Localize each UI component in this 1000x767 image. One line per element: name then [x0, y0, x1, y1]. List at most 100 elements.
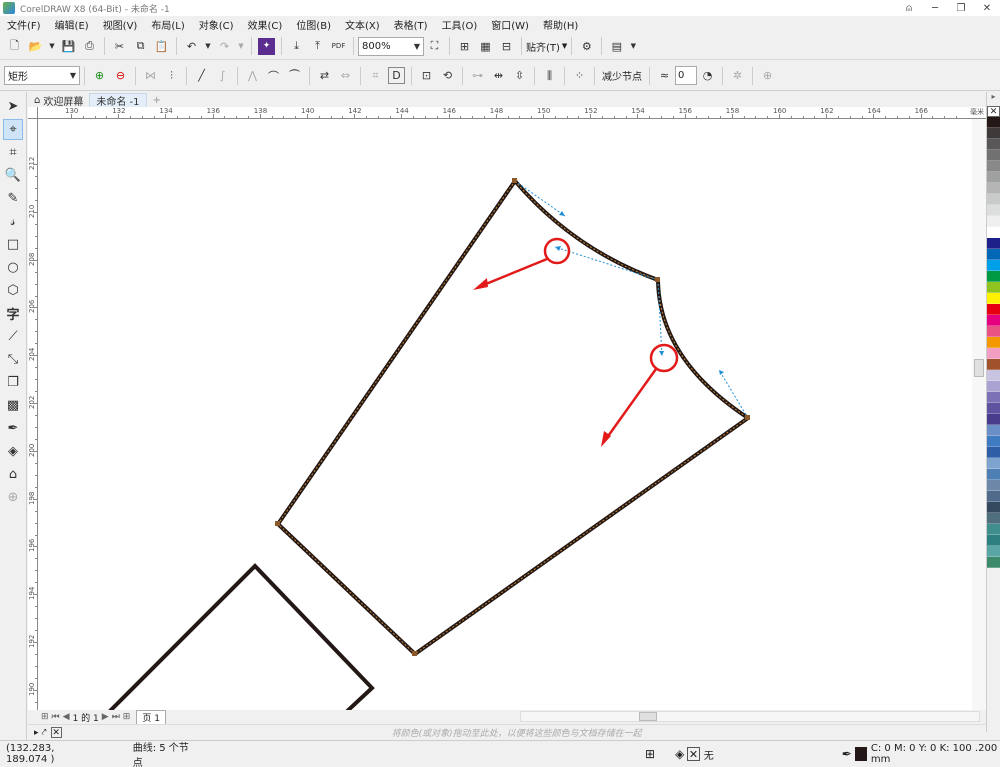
selected-curve-shape[interactable]	[276, 179, 750, 656]
color-swatch[interactable]	[987, 183, 1000, 194]
close-curve-icon[interactable]: D	[388, 67, 405, 84]
smart-fill-icon[interactable]: ⌂	[3, 464, 23, 485]
close-button[interactable]: ✕	[974, 0, 1000, 16]
save-icon[interactable]: 💾	[60, 38, 77, 55]
connector-tool-icon[interactable]: ⤡	[3, 349, 23, 370]
drawing-area[interactable]	[38, 119, 986, 710]
undo-icon[interactable]: ↶	[183, 38, 200, 55]
show-grid-icon[interactable]: ▦	[477, 38, 494, 55]
menu-file[interactable]: 文件(F)	[7, 17, 41, 32]
horizontal-scrollbar[interactable]	[520, 711, 980, 722]
elastic-mode-icon[interactable]: ⫼	[541, 67, 558, 84]
color-swatch[interactable]	[987, 524, 1000, 535]
pdf-icon[interactable]: PDF	[330, 38, 347, 55]
color-swatch[interactable]	[987, 480, 1000, 491]
color-swatch[interactable]	[987, 469, 1000, 480]
rectangle-shape[interactable]	[106, 563, 375, 710]
menu-effects[interactable]: 效果(C)	[248, 17, 283, 32]
eyedropper-small-icon[interactable]: ⤤	[42, 728, 47, 738]
menu-layout[interactable]: 布局(L)	[151, 17, 184, 32]
smooth-node-icon[interactable]: ⌒	[265, 67, 282, 84]
color-swatch[interactable]	[987, 172, 1000, 183]
color-swatch[interactable]	[987, 326, 1000, 337]
drawing-canvas[interactable]	[38, 119, 986, 710]
curve-node[interactable]	[412, 651, 417, 656]
color-swatch[interactable]	[987, 491, 1000, 502]
restore-button[interactable]: ❐	[948, 0, 974, 16]
mirror-horizontal-icon[interactable]: ⇹	[490, 67, 507, 84]
color-swatch[interactable]	[987, 502, 1000, 513]
previous-page-icon[interactable]: ◀	[63, 712, 70, 722]
snap-to-menu[interactable]: 贴齐(T) ▼	[526, 39, 567, 54]
scroll-thumb[interactable]	[974, 359, 984, 377]
reverse-direction-icon[interactable]: ⇄	[316, 67, 333, 84]
cusp-node-icon[interactable]: ⋀	[244, 67, 261, 84]
menu-tools[interactable]: 工具(O)	[442, 17, 478, 32]
symmetrical-node-icon[interactable]: ⏜	[286, 67, 303, 84]
delete-node-icon[interactable]: ⊖	[112, 67, 129, 84]
zoom-combo[interactable]: 800% ▼	[358, 36, 424, 56]
no-color-swatch-icon[interactable]: ✕	[50, 727, 62, 738]
text-tool-icon[interactable]: 字	[3, 303, 23, 324]
align-nodes-icon[interactable]: ⊶	[469, 67, 486, 84]
fill-icon[interactable]: ◈	[675, 747, 684, 761]
color-swatch[interactable]	[987, 403, 1000, 414]
color-swatch[interactable]	[987, 348, 1000, 359]
color-swatch[interactable]	[987, 359, 1000, 370]
pick-tool-icon[interactable]: ➤	[3, 96, 23, 117]
drop-shadow-icon[interactable]: ❐	[3, 372, 23, 393]
show-guidelines-icon[interactable]: ⊟	[498, 38, 515, 55]
minimize-button[interactable]: ─	[922, 0, 948, 16]
rotate-nodes-icon[interactable]: ⟲	[439, 67, 456, 84]
menu-view[interactable]: 视图(V)	[103, 17, 138, 32]
redo-icon[interactable]: ↷	[216, 38, 233, 55]
break-curve-icon[interactable]: ⫶	[163, 67, 180, 84]
color-swatch[interactable]	[987, 557, 1000, 568]
quick-customize-icon[interactable]: ⊕	[759, 67, 776, 84]
color-swatch[interactable]	[987, 304, 1000, 315]
interactive-fill-icon[interactable]: ◈	[3, 441, 23, 462]
paste-icon[interactable]: 📋	[153, 38, 170, 55]
outline-pen-icon[interactable]: ✒	[842, 747, 852, 761]
color-swatch[interactable]	[987, 337, 1000, 348]
smoothness-slider-icon[interactable]: ◔	[699, 67, 716, 84]
color-swatch[interactable]	[987, 315, 1000, 326]
next-page-icon[interactable]: ▶	[102, 712, 109, 722]
menu-object[interactable]: 对象(C)	[199, 17, 234, 32]
page-tab-1[interactable]: 页 1	[136, 709, 166, 725]
color-swatch[interactable]	[987, 260, 1000, 271]
menu-edit[interactable]: 编辑(E)	[55, 17, 89, 32]
color-swatch[interactable]	[987, 436, 1000, 447]
polygon-tool-icon[interactable]: ⬡	[3, 280, 23, 301]
full-screen-icon[interactable]: ⛶	[426, 38, 443, 55]
application-launcher-icon[interactable]: ▤	[608, 38, 625, 55]
transparency-tool-icon[interactable]: ▩	[3, 395, 23, 416]
last-page-icon[interactable]: ⏭	[112, 712, 120, 722]
color-swatch[interactable]	[987, 194, 1000, 205]
color-swatch[interactable]	[987, 271, 1000, 282]
color-swatch[interactable]	[987, 161, 1000, 172]
color-swatch[interactable]	[987, 282, 1000, 293]
object-type-combo[interactable]: 矩形 ▼	[4, 66, 80, 85]
tab-welcome-screen[interactable]: ⌂ 欢迎屏幕	[28, 93, 89, 108]
color-swatch[interactable]	[987, 546, 1000, 557]
show-rulers-icon[interactable]: ⊞	[456, 38, 473, 55]
color-swatch[interactable]	[987, 117, 1000, 128]
color-swatch[interactable]	[987, 370, 1000, 381]
eyedropper-icon[interactable]: ✒	[3, 418, 23, 439]
add-node-icon[interactable]: ⊕	[91, 67, 108, 84]
menu-text[interactable]: 文本(X)	[345, 17, 380, 32]
horizontal-ruler[interactable]: 130 132 134 136 138 140 142 144 146 148 150 152 154 1…	[38, 107, 986, 119]
color-swatch[interactable]	[987, 535, 1000, 546]
to-curve-icon[interactable]: ∫	[214, 67, 231, 84]
to-line-icon[interactable]: ╱	[193, 67, 210, 84]
color-swatch[interactable]	[987, 205, 1000, 216]
import-icon[interactable]: ⤓	[288, 38, 305, 55]
menu-help[interactable]: 帮助(H)	[543, 17, 578, 32]
freehand-tool-icon[interactable]: ✎	[3, 188, 23, 209]
tab-untitled-document[interactable]: 未命名 -1	[89, 93, 147, 108]
add-page-end-icon[interactable]: ⊞	[123, 712, 131, 722]
account-icon[interactable]: ⍝	[896, 0, 922, 16]
copy-icon[interactable]: ⧉	[132, 38, 149, 55]
undo-dropdown-icon[interactable]: ▼	[204, 38, 212, 55]
